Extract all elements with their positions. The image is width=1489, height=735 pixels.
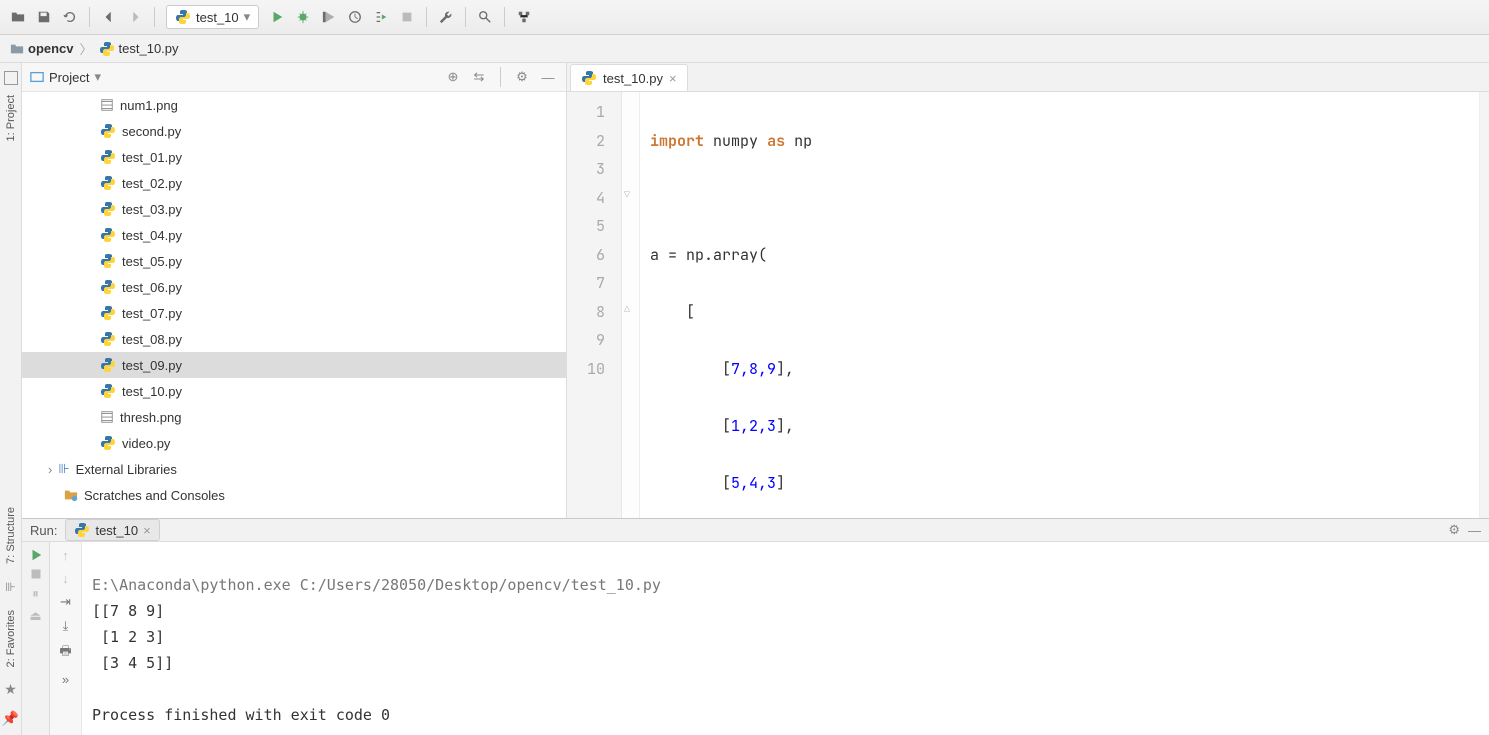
- minimize-icon[interactable]: —: [538, 70, 558, 85]
- tree-item[interactable]: second.py: [22, 118, 566, 144]
- open-icon[interactable]: [6, 5, 30, 29]
- run-panel: Run: test_10 × ⚙ — ⏸ ⏏ ↑: [22, 518, 1489, 735]
- up-icon[interactable]: ↑: [62, 548, 69, 563]
- run-config-selector[interactable]: test_10 ▾: [166, 5, 259, 29]
- tree-item[interactable]: test_07.py: [22, 300, 566, 326]
- code-area[interactable]: import numpy as np a = np.array( [ [7,8,…: [640, 92, 1479, 518]
- run-left-toolbar: ⏸ ⏏: [22, 542, 50, 735]
- concurrent-icon[interactable]: [369, 5, 393, 29]
- tree-item[interactable]: test_06.py: [22, 274, 566, 300]
- target-icon[interactable]: ⊕: [443, 69, 463, 85]
- tree-item[interactable]: test_05.py: [22, 248, 566, 274]
- tree-item[interactable]: test_02.py: [22, 170, 566, 196]
- scroll-icon[interactable]: ⤓: [63, 618, 69, 634]
- breadcrumb-root[interactable]: opencv: [10, 41, 74, 56]
- coverage-icon[interactable]: [317, 5, 341, 29]
- structure-icon[interactable]: [512, 5, 536, 29]
- refresh-icon[interactable]: [58, 5, 82, 29]
- tree-item[interactable]: test_04.py: [22, 222, 566, 248]
- gear-icon[interactable]: ⚙: [1448, 522, 1460, 538]
- left-tool-rail: 1: Project 7: Structure ⊪ 2: Favorites ★…: [0, 63, 22, 735]
- editor-area: test_10.py × 12345678910 ▽ △ import nump…: [567, 63, 1489, 518]
- tree-item[interactable]: test_09.py: [22, 352, 566, 378]
- rail-square-icon[interactable]: [4, 71, 18, 85]
- project-panel-title[interactable]: Project: [49, 70, 89, 85]
- chevron-right-icon: 〉: [80, 39, 93, 58]
- run-output[interactable]: E:\Anaconda\python.exe C:/Users/28050/De…: [82, 542, 1489, 735]
- wrench-icon[interactable]: [434, 5, 458, 29]
- minimize-icon[interactable]: —: [1468, 523, 1481, 538]
- save-icon[interactable]: [32, 5, 56, 29]
- rail-project-tab[interactable]: 1: Project: [3, 89, 19, 147]
- debug-icon[interactable]: [291, 5, 315, 29]
- profile-icon[interactable]: [343, 5, 367, 29]
- project-panel: Project ▾ ⊕ ⇆ ⚙ — num1.pngsecond.pytest_…: [22, 63, 567, 518]
- run-icon[interactable]: [265, 5, 289, 29]
- pause-icon[interactable]: ⏸: [32, 586, 39, 602]
- project-panel-header: Project ▾ ⊕ ⇆ ⚙ —: [22, 63, 566, 92]
- editor-scrollbar[interactable]: [1479, 92, 1489, 518]
- tree-external-libraries[interactable]: › ⊪ External Libraries: [22, 456, 566, 482]
- stop-icon[interactable]: [30, 568, 42, 580]
- gear-icon[interactable]: ⚙: [512, 69, 532, 85]
- more-icon[interactable]: »: [62, 672, 69, 687]
- exit-icon[interactable]: ⏏: [29, 608, 41, 624]
- main-toolbar: test_10 ▾: [0, 0, 1489, 35]
- tree-item[interactable]: num1.png: [22, 92, 566, 118]
- down-icon[interactable]: ↓: [62, 571, 69, 586]
- breadcrumb: opencv 〉 test_10.py: [0, 35, 1489, 63]
- editor-tabs: test_10.py ×: [567, 63, 1489, 92]
- run-label: Run:: [30, 523, 57, 538]
- search-icon[interactable]: [473, 5, 497, 29]
- tree-item[interactable]: test_03.py: [22, 196, 566, 222]
- collapse-icon[interactable]: ⇆: [469, 69, 489, 85]
- tree-item[interactable]: test_10.py: [22, 378, 566, 404]
- rail-favorites-tab[interactable]: 2: Favorites: [3, 604, 19, 673]
- tree-item[interactable]: video.py: [22, 430, 566, 456]
- run-left-toolbar-2: ↑ ↓ ⇥ ⤓ 🖶 »: [50, 542, 82, 735]
- run-tab[interactable]: test_10 ×: [65, 519, 159, 541]
- code-editor[interactable]: 12345678910 ▽ △ import numpy as np a = n…: [567, 92, 1489, 518]
- chevron-down-icon[interactable]: ▾: [94, 69, 101, 85]
- close-icon[interactable]: ×: [669, 71, 677, 86]
- tree-scratches[interactable]: Scratches and Consoles: [22, 482, 566, 508]
- project-tree[interactable]: num1.pngsecond.pytest_01.pytest_02.pytes…: [22, 92, 566, 518]
- print-icon[interactable]: 🖶: [59, 642, 71, 664]
- tree-item[interactable]: test_01.py: [22, 144, 566, 170]
- line-gutter: 12345678910: [567, 92, 622, 518]
- close-icon[interactable]: ×: [143, 523, 151, 538]
- chevron-down-icon: ▾: [244, 9, 251, 25]
- wrap-icon[interactable]: ⇥: [60, 594, 71, 610]
- forward-icon[interactable]: [123, 5, 147, 29]
- rail-structure-tab[interactable]: 7: Structure: [3, 501, 19, 570]
- rerun-icon[interactable]: [29, 548, 43, 562]
- stop-icon[interactable]: [395, 5, 419, 29]
- back-icon[interactable]: [97, 5, 121, 29]
- breadcrumb-file[interactable]: test_10.py: [99, 41, 179, 57]
- fold-column: ▽ △: [622, 92, 640, 518]
- tree-item[interactable]: test_08.py: [22, 326, 566, 352]
- editor-tab[interactable]: test_10.py ×: [570, 64, 688, 91]
- tree-item[interactable]: thresh.png: [22, 404, 566, 430]
- run-config-name: test_10: [196, 10, 239, 25]
